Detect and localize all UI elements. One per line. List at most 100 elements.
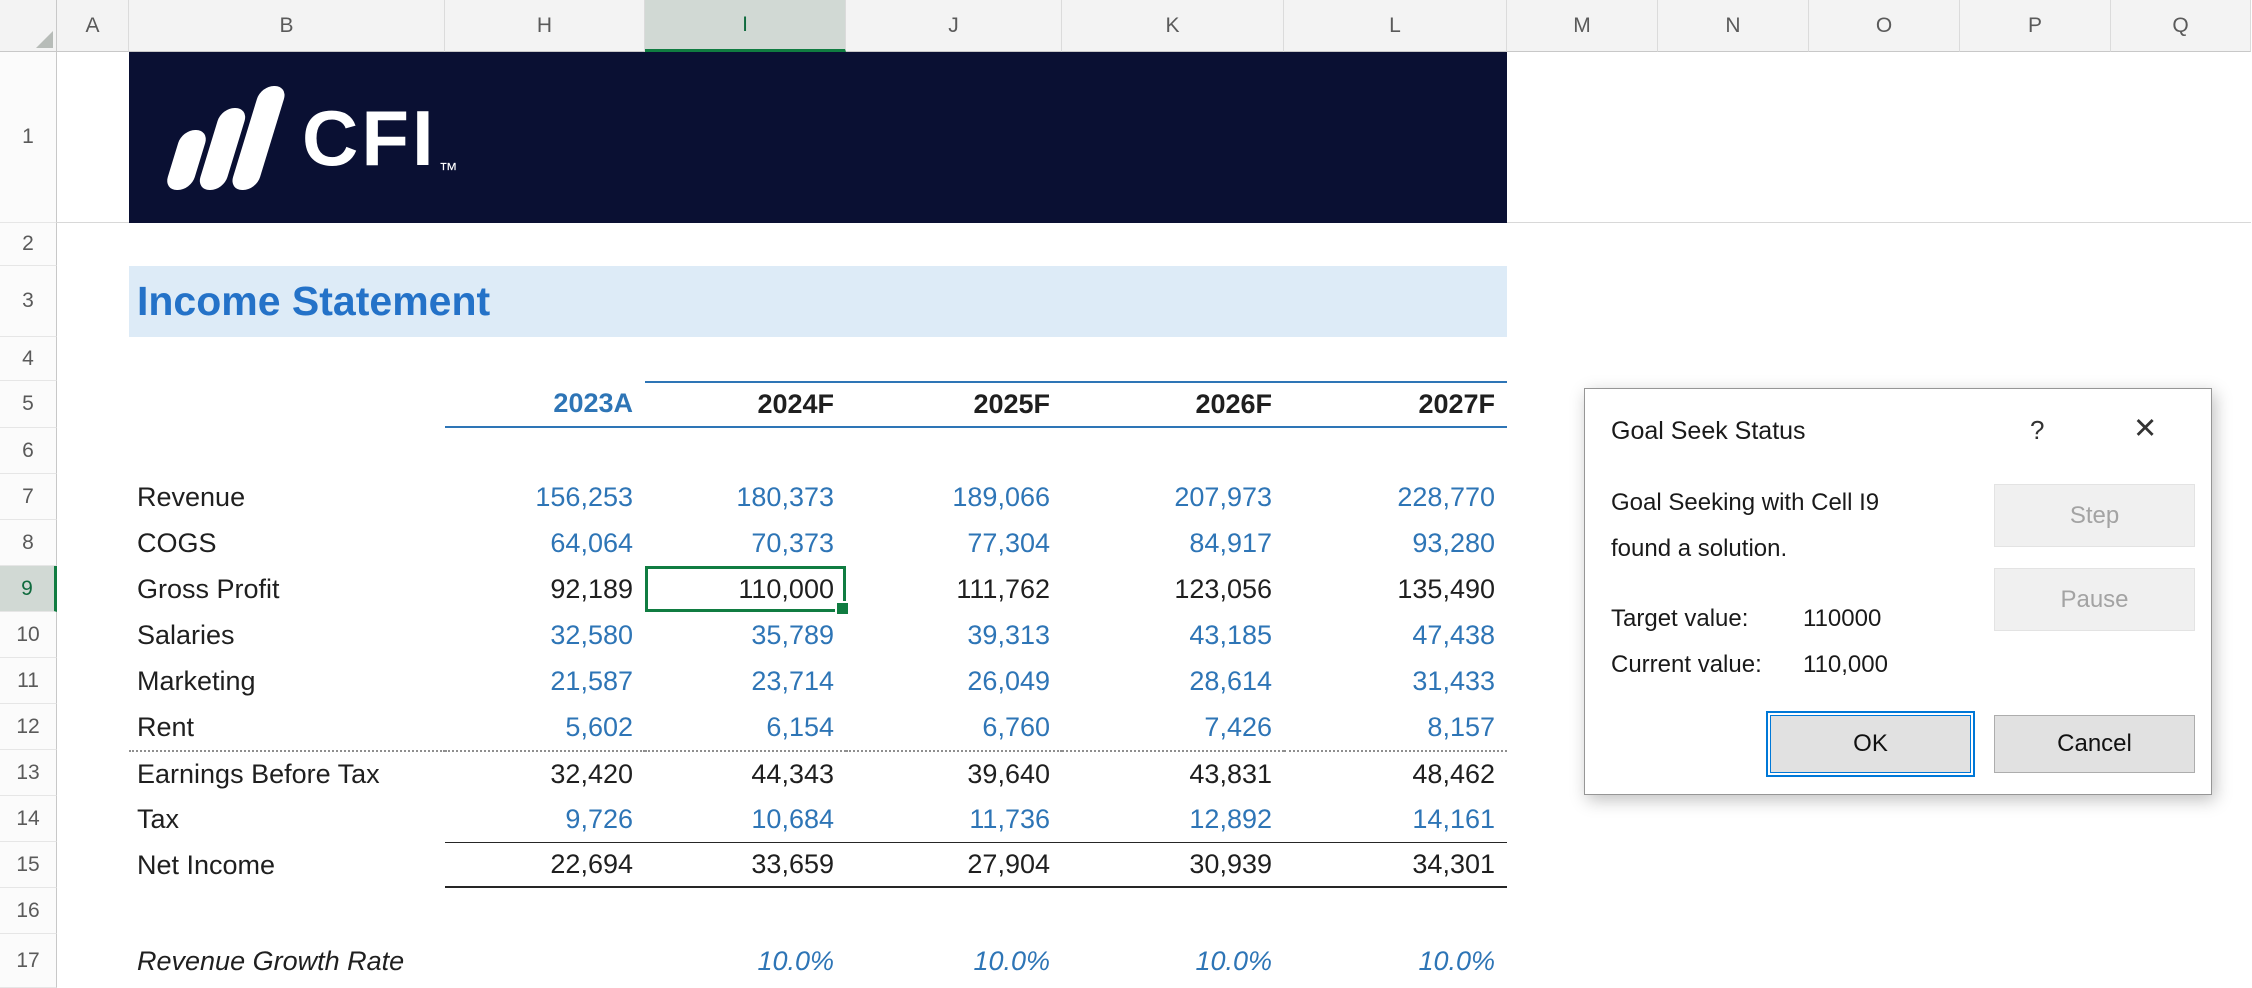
cell-l15[interactable]: 34,301 [1284, 842, 1507, 888]
cell-l5[interactable]: 2027F [1284, 381, 1507, 428]
cell-b8[interactable]: COGS [129, 520, 445, 566]
cell-k14[interactable]: 12,892 [1062, 796, 1284, 842]
cell-l10[interactable]: 47,438 [1284, 612, 1507, 658]
cell-k11[interactable]: 28,614 [1062, 658, 1284, 704]
cell-b15[interactable]: Net Income [129, 842, 445, 888]
col-header-n[interactable]: N [1658, 0, 1809, 52]
cell-b7[interactable]: Revenue [129, 474, 445, 520]
row-header-9[interactable]: 9 [0, 566, 57, 612]
cell-h10[interactable]: 32,580 [445, 612, 645, 658]
cell-k13[interactable]: 43,831 [1062, 750, 1284, 796]
col-header-o[interactable]: O [1809, 0, 1960, 52]
col-header-i[interactable]: I [645, 0, 846, 52]
col-header-l[interactable]: L [1284, 0, 1507, 52]
cell-b14[interactable]: Tax [129, 796, 445, 842]
row-header-10[interactable]: 10 [0, 612, 57, 658]
cell-j15[interactable]: 27,904 [846, 842, 1062, 888]
col-header-a[interactable]: A [57, 0, 129, 52]
close-icon[interactable]: ✕ [2133, 411, 2157, 446]
row-header-13[interactable]: 13 [0, 750, 57, 796]
cell-i10[interactable]: 35,789 [645, 612, 846, 658]
row-header-3[interactable]: 3 [0, 266, 57, 337]
step-button[interactable]: Step [1994, 484, 2195, 547]
row-header-1[interactable]: 1 [0, 52, 57, 223]
cell-k12[interactable]: 7,426 [1062, 704, 1284, 750]
cell-j12[interactable]: 6,760 [846, 704, 1062, 750]
cell-h8[interactable]: 64,064 [445, 520, 645, 566]
cell-l7[interactable]: 228,770 [1284, 474, 1507, 520]
row-header-11[interactable]: 11 [0, 658, 57, 704]
cell-i8[interactable]: 70,373 [645, 520, 846, 566]
cell-h11[interactable]: 21,587 [445, 658, 645, 704]
cell-i11[interactable]: 23,714 [645, 658, 846, 704]
row-header-15[interactable]: 15 [0, 842, 57, 888]
cell-j13[interactable]: 39,640 [846, 750, 1062, 796]
cell-k10[interactable]: 43,185 [1062, 612, 1284, 658]
cell-h7[interactable]: 156,253 [445, 474, 645, 520]
help-icon[interactable]: ? [2030, 415, 2044, 446]
row-header-8[interactable]: 8 [0, 520, 57, 566]
cell-b10[interactable]: Salaries [129, 612, 445, 658]
cell-h5[interactable]: 2023A [445, 381, 645, 428]
cell-j8[interactable]: 77,304 [846, 520, 1062, 566]
select-all-corner[interactable] [0, 0, 57, 52]
cell-l13[interactable]: 48,462 [1284, 750, 1507, 796]
row-header-6[interactable]: 6 [0, 428, 57, 474]
col-header-b[interactable]: B [129, 0, 445, 52]
cell-i12[interactable]: 6,154 [645, 704, 846, 750]
cell-i15[interactable]: 33,659 [645, 842, 846, 888]
cell-j11[interactable]: 26,049 [846, 658, 1062, 704]
cell-j10[interactable]: 39,313 [846, 612, 1062, 658]
cell-k17[interactable]: 10.0% [1062, 934, 1284, 988]
cell-j17[interactable]: 10.0% [846, 934, 1062, 988]
col-header-h[interactable]: H [445, 0, 645, 52]
cell-b17[interactable]: Revenue Growth Rate [129, 934, 445, 988]
cell-h9[interactable]: 92,189 [445, 566, 645, 612]
cell-k7[interactable]: 207,973 [1062, 474, 1284, 520]
row-header-17[interactable]: 17 [0, 934, 57, 988]
ok-button[interactable]: OK [1766, 711, 1975, 777]
cell-b9[interactable]: Gross Profit [129, 566, 445, 612]
col-header-j[interactable]: J [846, 0, 1062, 52]
cell-l17[interactable]: 10.0% [1284, 934, 1507, 988]
pause-button[interactable]: Pause [1994, 568, 2195, 631]
cell-i9-active[interactable]: 110,000 [645, 566, 850, 616]
cell-h14[interactable]: 9,726 [445, 796, 645, 842]
cell-h13[interactable]: 32,420 [445, 750, 645, 796]
cell-k5[interactable]: 2026F [1062, 381, 1284, 428]
cell-h15[interactable]: 22,694 [445, 842, 645, 888]
row-header-5[interactable]: 5 [0, 381, 57, 428]
cell-h12[interactable]: 5,602 [445, 704, 645, 750]
cell-l14[interactable]: 14,161 [1284, 796, 1507, 842]
cfi-banner[interactable]: CFI ™ [129, 52, 1507, 223]
cell-j9[interactable]: 111,762 [846, 566, 1062, 612]
cell-j14[interactable]: 11,736 [846, 796, 1062, 842]
cell-l12[interactable]: 8,157 [1284, 704, 1507, 750]
row-header-12[interactable]: 12 [0, 704, 57, 750]
cell-l9[interactable]: 135,490 [1284, 566, 1507, 612]
cell-i13[interactable]: 44,343 [645, 750, 846, 796]
cell-j7[interactable]: 189,066 [846, 474, 1062, 520]
row-header-4[interactable]: 4 [0, 337, 57, 381]
cell-k15[interactable]: 30,939 [1062, 842, 1284, 888]
cell-i7[interactable]: 180,373 [645, 474, 846, 520]
cell-b12[interactable]: Rent [129, 704, 445, 750]
col-header-k[interactable]: K [1062, 0, 1284, 52]
sheet-title-band[interactable]: Income Statement [129, 266, 1507, 337]
cell-k9[interactable]: 123,056 [1062, 566, 1284, 612]
cell-l11[interactable]: 31,433 [1284, 658, 1507, 704]
cell-i17[interactable]: 10.0% [645, 934, 846, 988]
cell-i5[interactable]: 2024F [645, 381, 846, 428]
row-header-7[interactable]: 7 [0, 474, 57, 520]
cell-k8[interactable]: 84,917 [1062, 520, 1284, 566]
cell-b13[interactable]: Earnings Before Tax [129, 750, 445, 796]
col-header-m[interactable]: M [1507, 0, 1658, 52]
cell-l8[interactable]: 93,280 [1284, 520, 1507, 566]
row-header-2[interactable]: 2 [0, 223, 57, 266]
cell-i14[interactable]: 10,684 [645, 796, 846, 842]
cell-b11[interactable]: Marketing [129, 658, 445, 704]
cell-j5[interactable]: 2025F [846, 381, 1062, 428]
col-header-p[interactable]: P [1960, 0, 2111, 52]
row-header-16[interactable]: 16 [0, 888, 57, 934]
row-header-14[interactable]: 14 [0, 796, 57, 842]
